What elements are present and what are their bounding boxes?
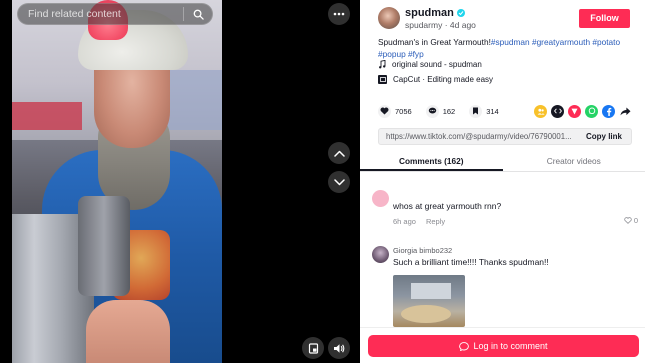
video-person-hand [86, 300, 170, 363]
author-name[interactable]: spudman [405, 7, 454, 19]
comment-icon [425, 104, 439, 118]
comment-meta: 6h ago Reply [393, 217, 633, 226]
share-buttons [534, 104, 632, 118]
capcut-icon [378, 75, 387, 84]
comment-text: whos at great yarmouth rnn? [393, 201, 502, 211]
send-to-button[interactable] [568, 104, 581, 118]
hashtag[interactable]: #potato [592, 37, 620, 47]
author-info: spudman spudarmy · 4d ago [405, 7, 579, 30]
sound-label[interactable]: original sound - spudman [392, 60, 482, 69]
capcut-row[interactable]: CapCut · Editing made easy [378, 75, 493, 84]
hashtag[interactable]: #spudman [491, 37, 530, 47]
like-button[interactable]: 7056 [378, 104, 412, 118]
comment-like-button[interactable]: 0 [624, 216, 638, 225]
video-pane[interactable] [0, 0, 360, 363]
author-row: spudman spudarmy · 4d ago Follow [378, 6, 630, 30]
share-whatsapp-button[interactable] [585, 104, 598, 118]
comment-count: 162 [442, 106, 456, 116]
engagement-row: 7056 162 314 [378, 103, 632, 119]
chevron-down-icon [333, 178, 345, 185]
reply-button[interactable]: Reply [426, 217, 445, 226]
next-video-button[interactable] [328, 171, 350, 193]
details-panel: spudman spudarmy · 4d ago Follow Spudman… [360, 0, 645, 363]
video-link-box: https://www.tiktok.com/@spudarmy/video/7… [378, 128, 632, 145]
more-dots-icon [333, 12, 345, 16]
share-facebook-button[interactable] [602, 104, 615, 118]
search-icon [193, 9, 204, 20]
related-search-input[interactable] [18, 8, 183, 20]
whatsapp-icon [588, 107, 595, 115]
comment-username[interactable]: Giorgia bimbo232 [393, 246, 633, 255]
comment-avatar[interactable] [372, 246, 389, 263]
mini-player-button[interactable] [302, 337, 324, 359]
related-search-box[interactable] [17, 3, 213, 25]
author-name-row: spudman [405, 7, 579, 19]
hashtag[interactable]: #popup [378, 49, 406, 59]
capcut-label[interactable]: CapCut · Editing made easy [393, 75, 493, 84]
share-arrow-icon [620, 107, 631, 115]
comment-bar: Log in to comment [360, 327, 645, 363]
comment-avatar[interactable] [372, 190, 389, 207]
music-note-icon [379, 60, 386, 69]
share-friends-button[interactable] [534, 104, 547, 118]
comment-button[interactable]: 162 [425, 104, 456, 118]
embed-code-icon [553, 108, 562, 114]
hashtag[interactable]: #fyp [408, 49, 424, 59]
comment-body: whos at great yarmouth rnn? 6h ago Reply [393, 190, 633, 226]
mini-player-icon [308, 342, 318, 354]
comment-photo[interactable] [393, 275, 465, 327]
author-meta: spudarmy · 4d ago [405, 20, 579, 30]
video-url[interactable]: https://www.tiktok.com/@spudarmy/video/7… [379, 132, 577, 141]
panel-tabs: Comments (162) Creator videos [360, 152, 645, 172]
bookmark-icon [469, 104, 483, 118]
video-caption: Spudman's in Great Yarmouth!#spudman #gr… [378, 36, 632, 60]
more-options-button[interactable] [328, 3, 350, 25]
chevron-up-icon [333, 150, 345, 157]
author-handle[interactable]: spudarmy [405, 20, 442, 30]
embed-button[interactable] [551, 104, 564, 118]
photo-plate [401, 305, 451, 323]
video-second-pot [78, 196, 130, 296]
follow-button[interactable]: Follow [579, 8, 630, 28]
comment-text: Such a brilliant time!!!! Thanks spudman… [393, 257, 549, 267]
search-button[interactable] [184, 3, 212, 25]
volume-icon [334, 343, 345, 353]
comment-age: 6h ago [393, 217, 416, 226]
like-count: 7056 [395, 106, 412, 116]
facebook-icon [606, 107, 611, 116]
share-more-button[interactable] [619, 105, 632, 118]
login-label: Log in to comment [473, 341, 548, 351]
hashtag[interactable]: #greatyarmouth [532, 37, 590, 47]
photo-tray [411, 283, 451, 299]
video-awning [12, 102, 82, 130]
verified-badge-icon [456, 8, 465, 17]
heart-outline-icon [624, 217, 632, 224]
login-to-comment-button[interactable]: Log in to comment [368, 335, 639, 357]
friends-icon [537, 108, 545, 115]
video-frame[interactable] [12, 0, 222, 363]
post-age: 4d ago [449, 19, 476, 30]
tab-comments[interactable]: Comments (162) [360, 152, 503, 171]
copy-link-button[interactable]: Copy link [577, 132, 631, 141]
author-avatar[interactable] [378, 7, 400, 29]
sound-row[interactable]: original sound - spudman [378, 60, 482, 69]
tab-creator-videos[interactable]: Creator videos [503, 152, 645, 171]
heart-icon [378, 104, 391, 118]
save-button[interactable]: 314 [469, 104, 499, 118]
comment-list[interactable]: whos at great yarmouth rnn? 6h ago Reply… [360, 172, 645, 327]
previous-video-button[interactable] [328, 142, 350, 164]
caption-text: Spudman's in Great Yarmouth! [378, 37, 491, 47]
comment-body: Giorgia bimbo232 Such a brilliant time!!… [393, 246, 633, 327]
comment-bubble-icon [459, 341, 470, 351]
comment-like-count: 0 [633, 216, 638, 225]
send-icon [571, 108, 578, 114]
save-count: 314 [486, 106, 499, 116]
volume-button[interactable] [328, 337, 350, 359]
